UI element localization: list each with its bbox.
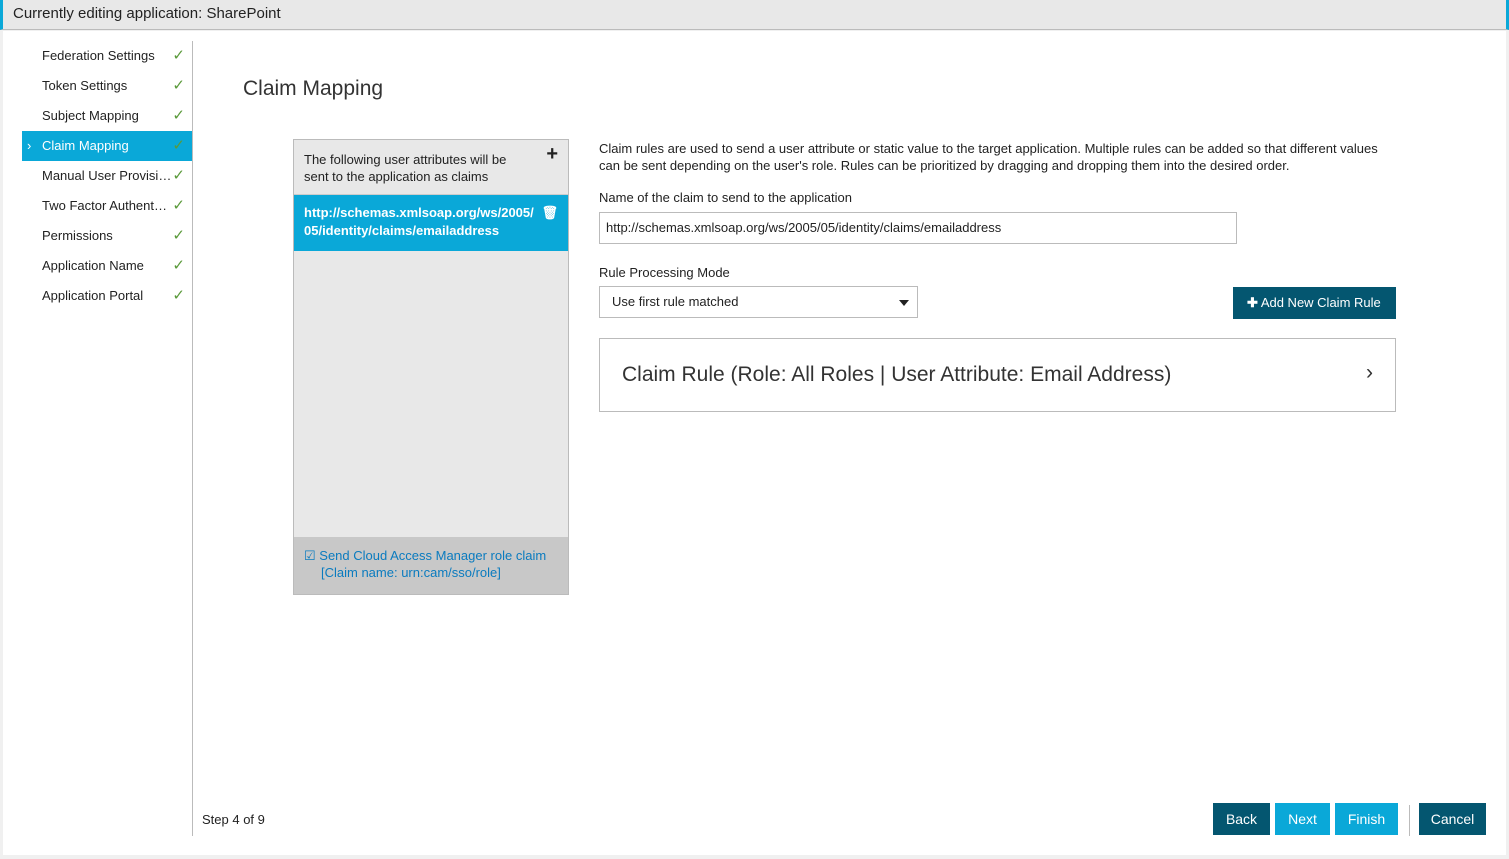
- nav-label: Application Portal: [42, 288, 144, 303]
- nav-label: Permissions: [42, 228, 113, 243]
- check-icon: ✓: [172, 257, 185, 274]
- back-button[interactable]: Back: [1213, 803, 1270, 835]
- chevron-right-icon: ›: [27, 138, 32, 153]
- claim-rules-description: Claim rules are used to send a user attr…: [599, 141, 1378, 173]
- claim-rule-item[interactable]: Claim Rule (Role: All Roles | User Attri…: [599, 338, 1396, 412]
- plus-icon: ✚: [1247, 295, 1258, 310]
- role-claim-label: Send Cloud Access Manager role claim: [319, 548, 547, 563]
- nav-item-permissions[interactable]: Permissions ✓: [22, 221, 193, 251]
- next-button[interactable]: Next: [1275, 803, 1330, 835]
- wizard: Federation Settings ✓ Token Settings ✓ Sub…: [3, 31, 1506, 855]
- claims-panel: The following user attributes will be se…: [293, 139, 569, 595]
- claim-name-input[interactable]: http://schemas.xmlsoap.org/ws/2005/05/id…: [599, 212, 1237, 244]
- claims-panel-header: The following user attributes will be se…: [294, 140, 568, 195]
- check-icon: ✓: [172, 197, 185, 214]
- check-icon: ✓: [172, 47, 185, 64]
- trash-icon[interactable]: 🗑: [541, 204, 558, 222]
- nav-label: Manual User Provisi…: [42, 168, 172, 183]
- add-claim-plus-icon[interactable]: +: [546, 144, 558, 164]
- nav-label: Two Factor Authent…: [42, 198, 168, 213]
- nav-item-manual-user-provisioning[interactable]: Manual User Provisi… ✓: [22, 161, 193, 191]
- claim-name-label: Name of the claim to send to the applica…: [599, 190, 852, 205]
- add-new-claim-rule-button[interactable]: ✚ Add New Claim Rule: [1233, 287, 1396, 319]
- claim-rule-text: Claim Rule (Role: All Roles | User Attri…: [622, 363, 1172, 386]
- add-rule-label: Add New Claim Rule: [1260, 295, 1381, 310]
- cancel-button[interactable]: Cancel: [1419, 803, 1486, 835]
- nav-label: Application Name: [42, 258, 144, 273]
- nav-label: Claim Mapping: [42, 138, 129, 153]
- checkbox-checked-icon: ☑: [304, 548, 316, 563]
- nav-item-two-factor-auth[interactable]: Two Factor Authent… ✓: [22, 191, 193, 221]
- check-icon: ✓: [172, 227, 185, 244]
- rule-processing-mode-label: Rule Processing Mode: [599, 265, 730, 280]
- caret-down-icon: [899, 300, 909, 306]
- nav-label: Federation Settings: [42, 48, 155, 63]
- nav-label: Subject Mapping: [42, 108, 139, 123]
- chevron-right-icon: ›: [1366, 361, 1373, 384]
- send-role-claim-checkbox[interactable]: ☑ Send Cloud Access Manager role claim […: [294, 537, 568, 594]
- page-title: Claim Mapping: [243, 77, 384, 100]
- check-icon: ✓: [172, 167, 185, 184]
- finish-button[interactable]: Finish: [1335, 803, 1398, 835]
- claim-list-item[interactable]: http://schemas.xmlsoap.org/ws/2005/05/id…: [294, 195, 568, 251]
- claim-uri: http://schemas.xmlsoap.org/ws/2005/05/id…: [304, 205, 534, 238]
- button-divider: [1409, 805, 1410, 836]
- check-icon: ✓: [172, 77, 185, 94]
- nav-item-token-settings[interactable]: Token Settings ✓: [22, 71, 193, 101]
- claims-panel-header-text: The following user attributes will be se…: [304, 152, 507, 184]
- nav-divider: [192, 41, 193, 836]
- nav-item-application-portal[interactable]: Application Portal ✓: [22, 281, 193, 311]
- nav-item-subject-mapping[interactable]: Subject Mapping ✓: [22, 101, 193, 131]
- nav-label: Token Settings: [42, 78, 128, 93]
- rule-processing-mode-select[interactable]: Use first rule matched: [599, 286, 918, 318]
- wizard-steps-nav: Federation Settings ✓ Token Settings ✓ Sub…: [22, 41, 193, 311]
- nav-item-federation-settings[interactable]: Federation Settings ✓: [22, 41, 193, 71]
- check-icon: ✓: [172, 107, 185, 124]
- selected-mode: Use first rule matched: [612, 294, 739, 309]
- window-title: Currently editing application: SharePoin…: [0, 0, 1509, 30]
- check-icon: ✓: [172, 137, 185, 154]
- nav-item-application-name[interactable]: Application Name ✓: [22, 251, 193, 281]
- role-claim-name: [Claim name: urn:cam/sso/role]: [321, 565, 501, 580]
- check-icon: ✓: [172, 287, 185, 304]
- nav-item-claim-mapping[interactable]: › Claim Mapping ✓: [22, 131, 193, 161]
- step-indicator: Step 4 of 9: [202, 812, 265, 827]
